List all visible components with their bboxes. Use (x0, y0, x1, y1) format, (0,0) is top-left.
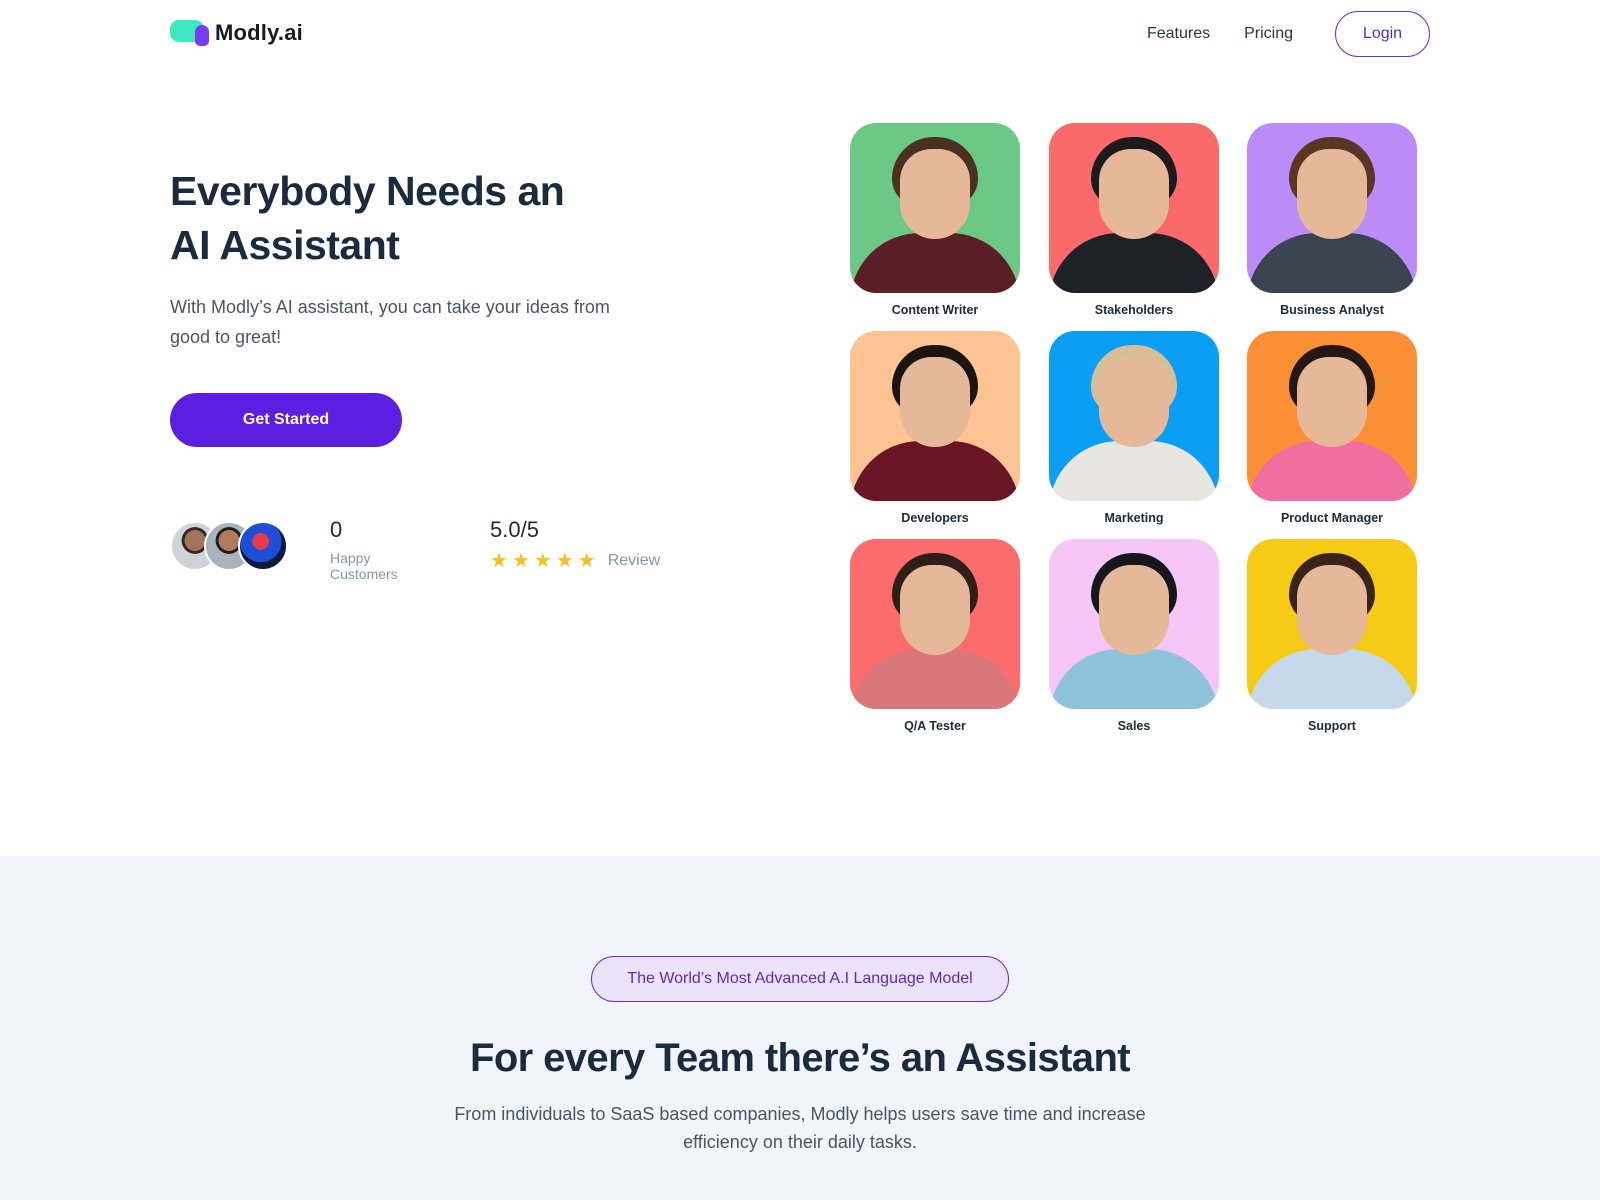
top-nav: Modly.ai Features Pricing Login (0, 0, 1600, 70)
logo[interactable]: Modly.ai (170, 20, 303, 46)
role-card-marketing[interactable]: Marketing (1049, 331, 1219, 525)
role-card-developers[interactable]: Developers (850, 331, 1020, 525)
star-icon: ★ (511, 550, 530, 572)
star-icon: ★ (533, 550, 552, 572)
get-started-button[interactable]: Get Started (170, 393, 402, 447)
person-face (1099, 149, 1169, 239)
role-label: Content Writer (891, 303, 979, 317)
hero-title-line1: Everybody Needs an (170, 168, 565, 214)
nav-link-pricing[interactable]: Pricing (1244, 11, 1293, 57)
nav-links: Features Pricing Login (1147, 11, 1430, 57)
role-card-product-manager[interactable]: Product Manager (1247, 331, 1417, 525)
person-body (850, 649, 1020, 709)
role-card-stakeholders[interactable]: Stakeholders (1049, 123, 1219, 317)
role-photo[interactable] (1247, 539, 1417, 709)
hero-title: Everybody Needs an AI Assistant (170, 164, 630, 272)
person-body (850, 441, 1020, 501)
role-photo[interactable] (1049, 331, 1219, 501)
hero-subtitle: With Modly’s AI assistant, you can take … (170, 297, 610, 347)
role-card-business-analyst[interactable]: Business Analyst (1247, 123, 1417, 317)
section-title: For every Team there’s an Assistant (469, 1036, 1131, 1080)
role-photo[interactable] (1247, 123, 1417, 293)
person-face (1297, 565, 1367, 655)
logo-icon (170, 20, 209, 46)
star-icon: ★ (490, 550, 508, 572)
star-icon: ★ (577, 550, 596, 572)
role-label: Sales (1117, 719, 1151, 733)
person-face (900, 149, 970, 239)
role-card-sales[interactable]: Sales (1049, 539, 1219, 733)
person-face (1099, 565, 1169, 655)
person-face (900, 565, 970, 655)
role-label: Marketing (1104, 511, 1164, 525)
person-face (900, 357, 970, 447)
person-body (850, 233, 1020, 293)
person-body (1247, 233, 1417, 293)
avatar (238, 521, 288, 571)
customers-count: 0 (330, 517, 343, 542)
review-label: Review (607, 552, 661, 569)
customer-avatars (170, 521, 290, 571)
section-subtitle: From individuals to SaaS based companies… (454, 1104, 1146, 1152)
person-body (1049, 233, 1219, 293)
role-label: Support (1308, 719, 1356, 733)
person-face (1297, 357, 1367, 447)
star-icon: ★ (555, 550, 574, 572)
logo-text: Modly.ai (215, 20, 303, 45)
person-body (1049, 441, 1219, 501)
stat-happy-customers: 0 Happy Customers (330, 516, 398, 582)
role-photo[interactable] (1247, 331, 1417, 501)
role-card-content-writer[interactable]: Content Writer (850, 123, 1020, 317)
rating-value: 5.0/5 (490, 517, 539, 542)
role-photo[interactable] (1049, 539, 1219, 709)
role-card-q-a-tester[interactable]: Q/A Tester (850, 539, 1020, 733)
person-face (1297, 149, 1367, 239)
person-body (1247, 649, 1417, 709)
role-label: Q/A Tester (904, 719, 966, 733)
stat-rating: 5.0/5 ★ ★ ★ ★ ★ Review (490, 516, 690, 572)
role-photo[interactable] (850, 539, 1020, 709)
section-badge: The World’s Most Advanced A.I Language M… (591, 956, 1009, 1002)
role-photo[interactable] (850, 331, 1020, 501)
role-label: Developers (901, 511, 969, 525)
role-photo[interactable] (1049, 123, 1219, 293)
login-button[interactable]: Login (1335, 11, 1430, 57)
role-label: Product Manager (1280, 511, 1384, 525)
role-label: Business Analyst (1280, 303, 1384, 317)
rating-stars: ★ ★ ★ ★ ★ Review (490, 550, 690, 572)
role-photo[interactable] (850, 123, 1020, 293)
person-body (1049, 649, 1219, 709)
role-label: Stakeholders (1094, 303, 1174, 317)
nav-link-features[interactable]: Features (1147, 11, 1210, 57)
role-card-support[interactable]: Support (1247, 539, 1417, 733)
teams-section: The World’s Most Advanced A.I Language M… (0, 856, 1600, 1200)
person-body (1247, 441, 1417, 501)
customers-label: Happy Customers (330, 550, 398, 582)
person-face (1099, 357, 1169, 447)
hero-title-line2: AI Assistant (170, 222, 400, 268)
